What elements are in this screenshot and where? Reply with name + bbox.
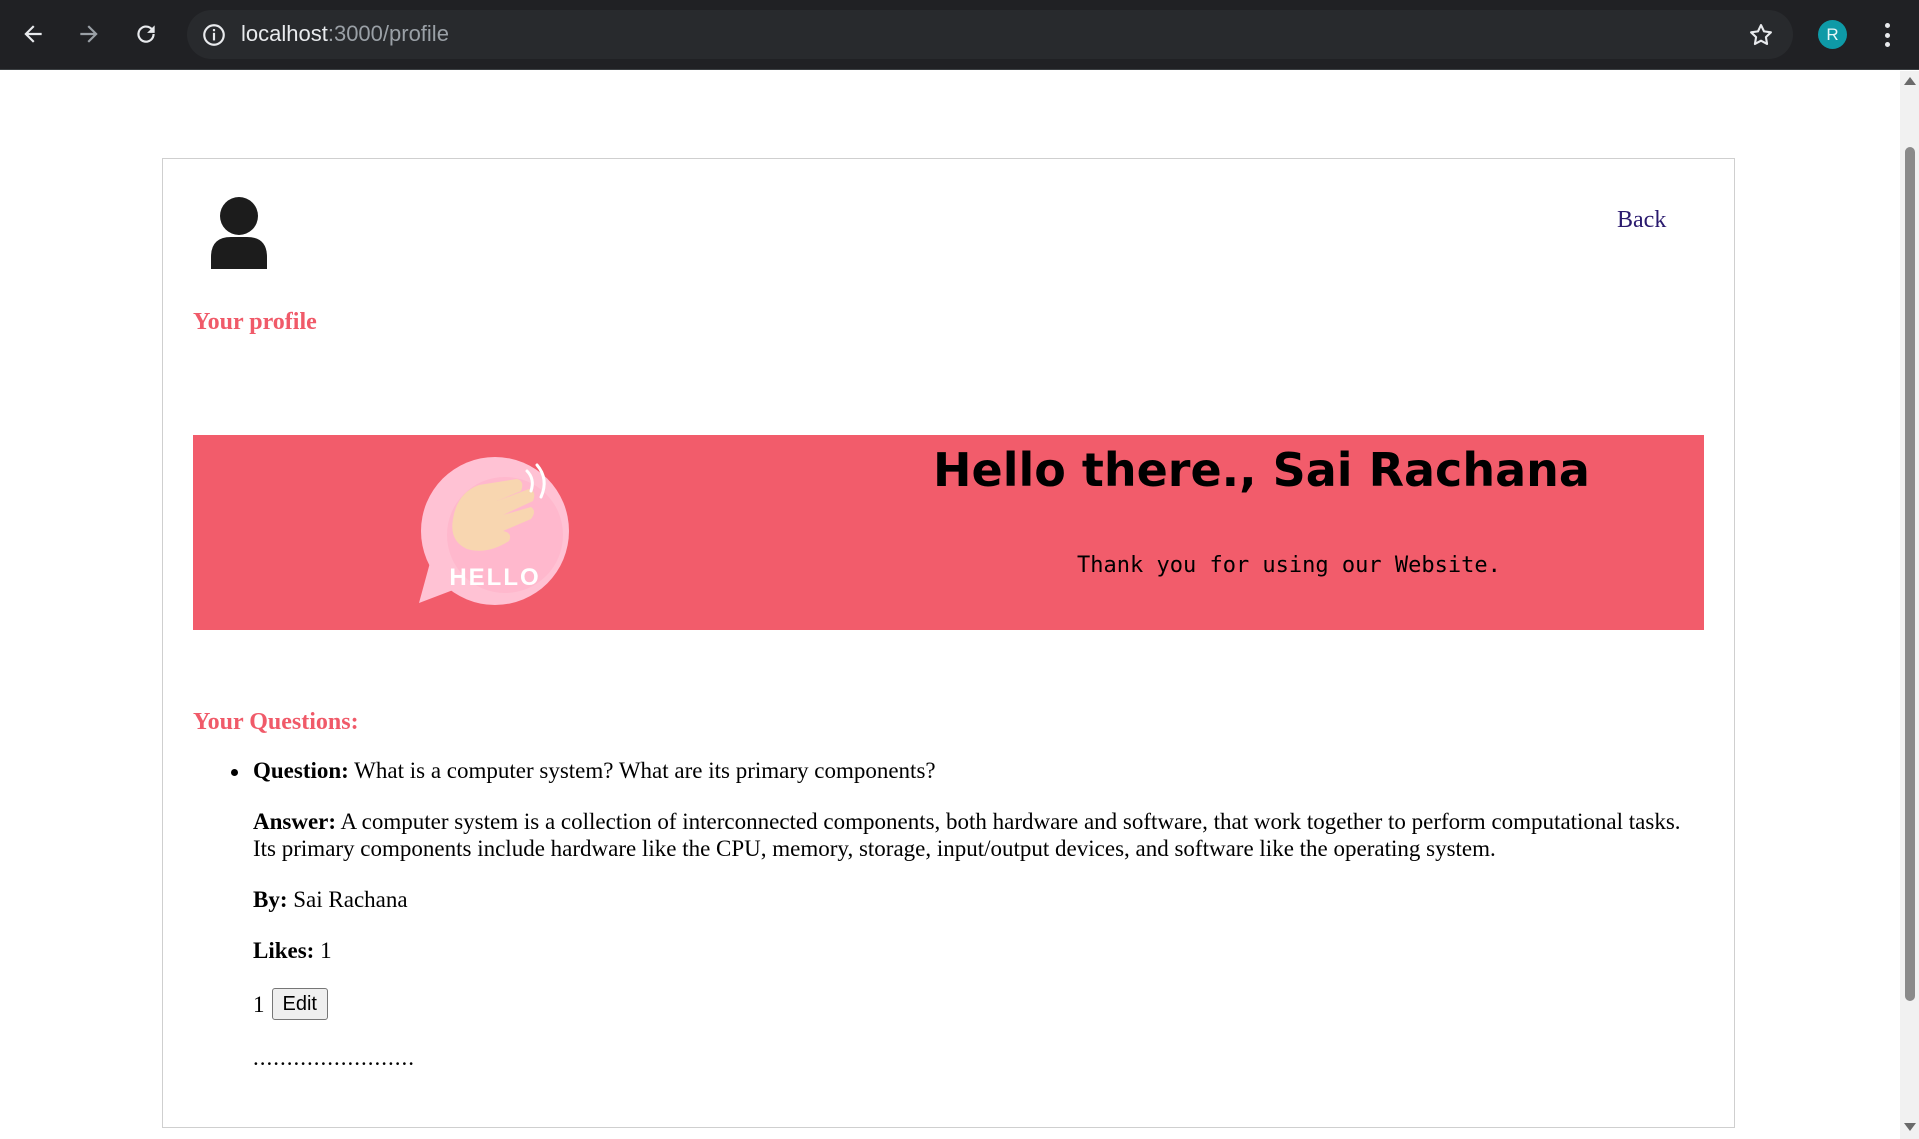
answer-text: Answer: A computer system is a collectio… <box>253 809 1681 861</box>
back-arrow-icon[interactable] <box>15 16 51 52</box>
welcome-banner: HELLO Hello there., Sai Rachana Thank yo… <box>193 435 1704 630</box>
address-bar[interactable]: localhost:3000/profile <box>187 10 1793 59</box>
hello-badge-text: HELLO <box>449 564 540 591</box>
waving-hand-hello-icon: HELLO <box>419 457 569 605</box>
like-count: 1 <box>253 991 265 1017</box>
back-link[interactable]: Back <box>1617 207 1666 234</box>
banner-greeting: Hello there., Sai Rachana <box>933 443 1590 497</box>
profile-heading: Your profile <box>193 309 317 335</box>
list-item: Question: What is a computer system? Wha… <box>231 757 1693 1071</box>
profile-card: Back Your profile HELLO Hello there., Sa… <box>162 158 1735 1128</box>
likes-text: Likes: 1 <box>253 938 332 963</box>
bullet-icon <box>231 769 238 776</box>
questions-heading: Your Questions: <box>193 709 359 735</box>
scroll-thumb[interactable] <box>1905 147 1915 1001</box>
site-info-icon[interactable] <box>201 22 227 48</box>
edit-row: 1 Edit <box>253 988 1693 1020</box>
bookmark-star-icon[interactable] <box>1747 21 1775 49</box>
scroll-up-arrow-icon[interactable] <box>1904 77 1916 85</box>
profile-avatar[interactable]: R <box>1818 20 1847 49</box>
page-scrollbar[interactable] <box>1900 71 1919 1139</box>
separator-dots: ........................ <box>253 1045 415 1070</box>
more-menu-icon[interactable] <box>1874 20 1900 50</box>
questions-list: Question: What is a computer system? Wha… <box>231 757 1693 1071</box>
scroll-down-arrow-icon[interactable] <box>1904 1123 1916 1131</box>
url-text[interactable]: localhost:3000/profile <box>241 21 449 47</box>
author-text: By: Sai Rachana <box>253 887 408 912</box>
edit-button[interactable]: Edit <box>271 988 328 1020</box>
banner-subtitle: Thank you for using our Website. <box>1077 553 1501 578</box>
forward-arrow-icon[interactable] <box>71 16 107 52</box>
browser-toolbar: localhost:3000/profile R <box>0 0 1919 70</box>
question-text: Question: What is a computer system? Wha… <box>253 758 936 783</box>
reload-icon[interactable] <box>128 16 164 52</box>
user-avatar-icon <box>211 197 267 269</box>
